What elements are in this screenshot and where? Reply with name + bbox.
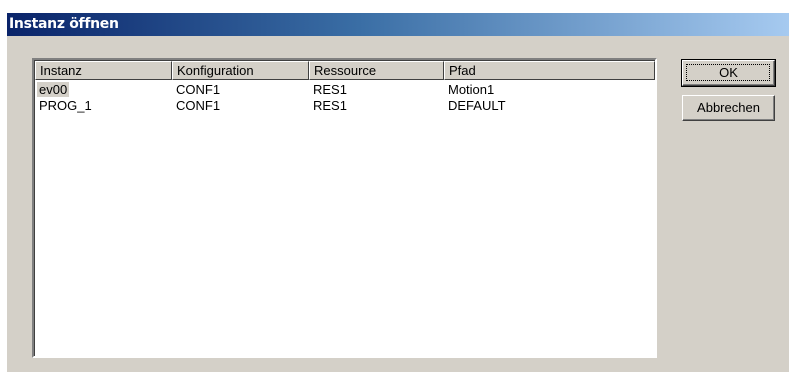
cell-pfad: Motion1 (448, 82, 495, 97)
cancel-button[interactable]: Abbrechen (682, 95, 775, 121)
ok-button-label: OK (719, 65, 738, 80)
column-header-ressource[interactable]: Ressource (309, 61, 444, 80)
cell-konfiguration: CONF1 (176, 98, 221, 113)
dialog-title: Instanz öffnen (9, 16, 119, 32)
column-header-instanz[interactable]: Instanz (35, 61, 172, 80)
cancel-button-label: Abbrechen (697, 100, 760, 115)
cell-ressource: RES1 (313, 82, 347, 97)
ok-button[interactable]: OK (681, 59, 776, 87)
cell-ressource: RES1 (313, 98, 347, 113)
cell-instanz: ev00 (35, 82, 70, 98)
column-header-pfad[interactable]: Pfad (444, 61, 655, 80)
list-header: Instanz Konfiguration Ressource Pfad (35, 61, 655, 80)
column-header-konfiguration[interactable]: Konfiguration (172, 61, 309, 80)
cell-konfiguration: CONF1 (176, 82, 221, 97)
table-row[interactable]: ev00 CONF1 RES1 Motion1 (35, 82, 654, 98)
cell-instanz: PROG_1 (39, 98, 92, 113)
cell-pfad: DEFAULT (448, 98, 506, 113)
instance-list[interactable]: Instanz Konfiguration Ressource Pfad ev0… (32, 58, 657, 358)
open-instance-dialog: Instanz öffnen Instanz Konfiguration Res… (7, 13, 789, 372)
table-row[interactable]: PROG_1 CONF1 RES1 DEFAULT (35, 98, 654, 114)
cell-instanz-text: ev00 (37, 82, 70, 97)
title-bar[interactable]: Instanz öffnen (7, 13, 789, 36)
